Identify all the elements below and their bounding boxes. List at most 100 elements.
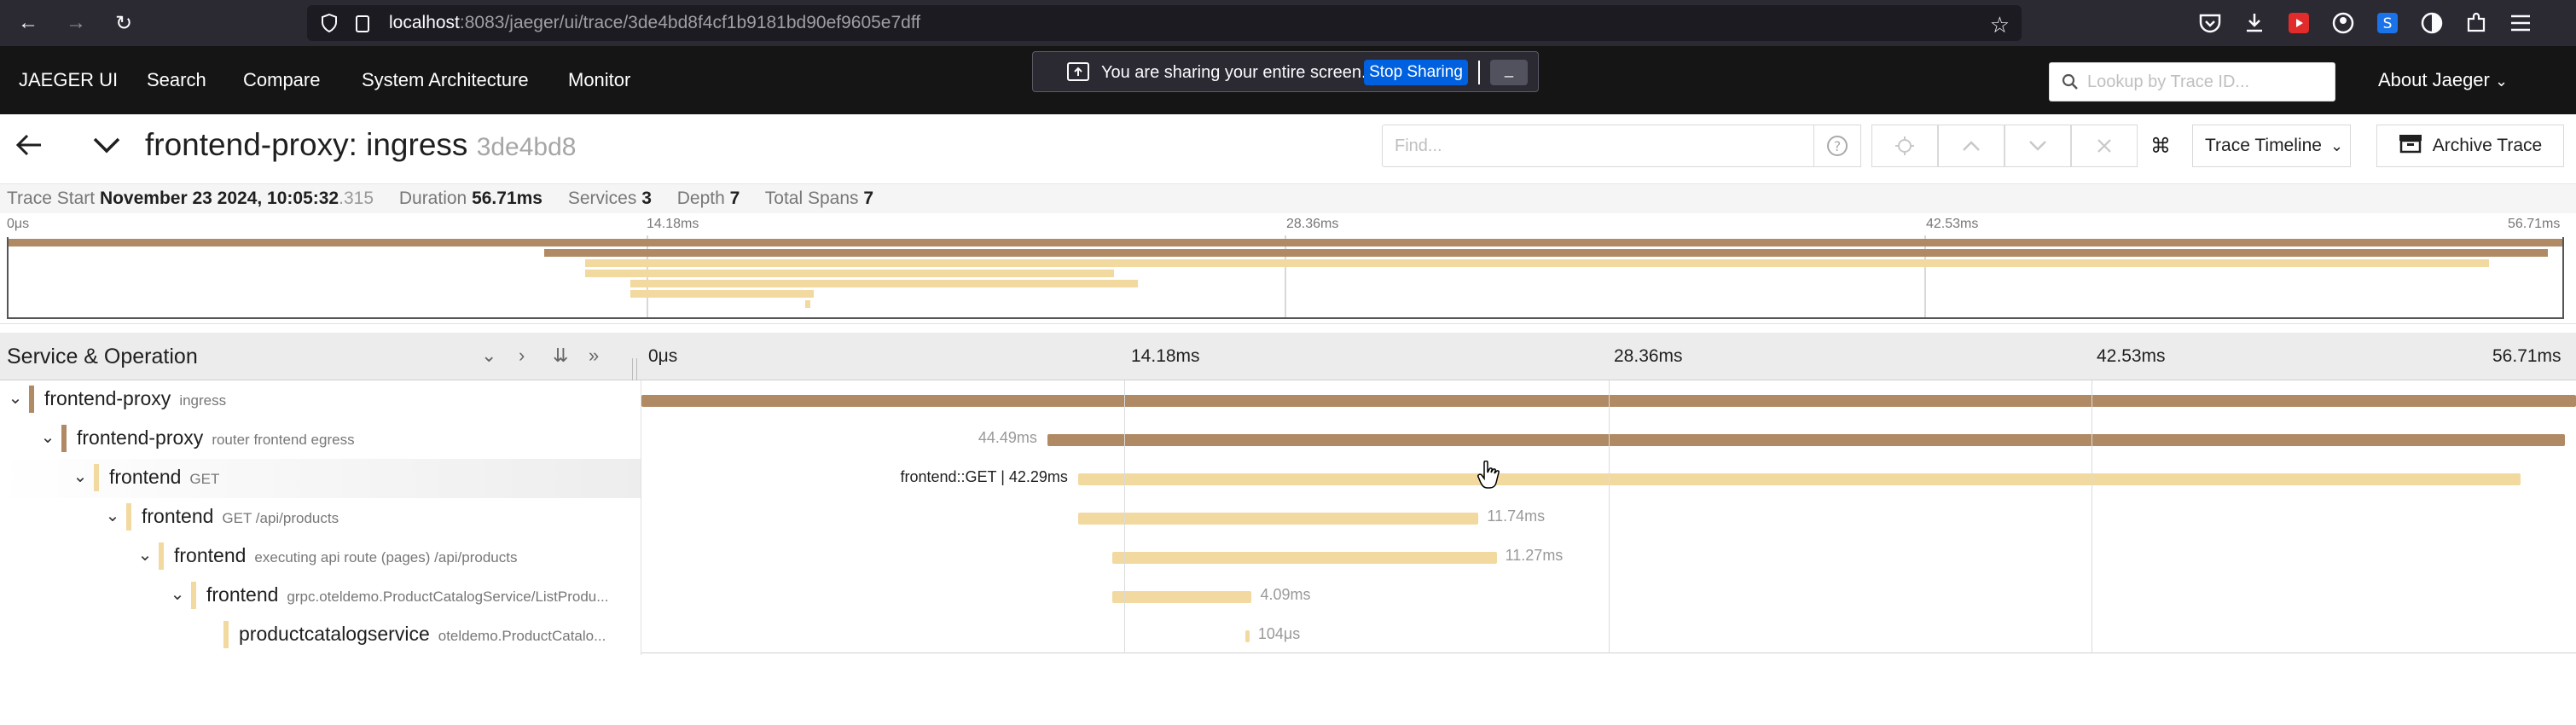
nav-compare[interactable]: Compare: [243, 46, 320, 114]
span-label-cell[interactable]: ⌄ frontend GET /api/products: [0, 498, 641, 537]
span-bar[interactable]: [1077, 513, 1479, 525]
service-color-marker: [223, 621, 229, 648]
reload-icon[interactable]: ↻: [109, 9, 138, 38]
stop-sharing-button[interactable]: Stop Sharing: [1364, 60, 1468, 85]
span-service-name: frontend GET: [109, 466, 219, 489]
trace-title: frontend-proxy: ingress 3de4bd8: [145, 127, 576, 163]
operation-name: grpc.oteldemo.ProductCatalogService/List…: [287, 589, 609, 605]
span-label-cell[interactable]: ⌄ frontend GET: [0, 459, 641, 498]
timeline-tick: 28.36ms: [1614, 346, 1683, 366]
forward-icon[interactable]: →: [61, 9, 90, 38]
span-label-cell[interactable]: ⌄ frontend grpc.oteldemo.ProductCatalogSer…: [0, 577, 641, 616]
minimize-sharing-button[interactable]: _: [1490, 60, 1528, 85]
span-rows: ⌄ frontend-proxy ingress ⌄ frontend-proxy rou…: [0, 380, 2576, 655]
shield-icon[interactable]: [321, 13, 338, 33]
service-operation-header: Service & Operation: [7, 345, 198, 368]
span-duration-label: 104μs: [1257, 625, 1301, 642]
collapse-all-icon[interactable]: ⇊: [553, 345, 568, 367]
expand-chevron-icon[interactable]: ⌄: [169, 583, 186, 605]
minimap-span-bar: [544, 249, 2549, 257]
download-icon[interactable]: [2242, 10, 2267, 36]
browser-toolbar: ← → ↻ localhost:8083/jaeger/ui/trace/3de…: [0, 0, 2576, 46]
span-row[interactable]: ⌄ frontend-proxy router frontend egress 44.…: [0, 420, 2576, 459]
expand-all-icon[interactable]: »: [589, 345, 599, 367]
account-icon[interactable]: [2330, 10, 2356, 36]
extensions-puzzle-icon[interactable]: [2463, 10, 2489, 36]
span-row[interactable]: ⌄ frontend GET frontend::GET | 42.29ms: [0, 459, 2576, 498]
span-row[interactable]: ⌄ frontend-proxy ingress: [0, 380, 2576, 420]
view-selector[interactable]: Trace Timeline ⌄: [2192, 125, 2351, 167]
expand-chevron-icon[interactable]: ⌄: [72, 466, 89, 487]
find-input[interactable]: [1395, 125, 1787, 166]
pocket-icon[interactable]: [2197, 10, 2223, 36]
span-bar[interactable]: [1077, 473, 2521, 485]
span-bar[interactable]: [1047, 434, 2566, 446]
trace-id-lookup[interactable]: [2049, 62, 2335, 102]
span-duration-label: 4.09ms: [1260, 586, 1311, 603]
trace-minimap[interactable]: 0μs 14.18ms 28.36ms 42.53ms 56.71ms: [0, 213, 2576, 324]
span-bar[interactable]: [1111, 552, 1497, 564]
help-icon[interactable]: ?: [1813, 125, 1861, 167]
bookmark-star-icon[interactable]: ☆: [1990, 12, 2010, 38]
address-bar[interactable]: localhost:8083/jaeger/ui/trace/3de4bd8f4…: [307, 5, 2022, 41]
nav-system-architecture[interactable]: System Architecture: [362, 46, 529, 114]
prev-match-icon[interactable]: [1938, 125, 2005, 167]
minimap-span-bar: [629, 280, 1138, 287]
trace-id-input[interactable]: [2087, 63, 2326, 101]
span-row[interactable]: ⌄ frontend grpc.oteldemo.ProductCatalogSer…: [0, 577, 2576, 616]
span-duration-label: 11.74ms: [1487, 508, 1546, 525]
depth-label: Depth: [676, 188, 725, 208]
locate-icon[interactable]: [1871, 125, 1938, 167]
collapse-chevron-icon[interactable]: [92, 136, 121, 158]
chevron-down-icon: ⌄: [2329, 136, 2344, 154]
s-extension-icon[interactable]: S: [2375, 10, 2400, 36]
sharing-message: You are sharing your entire screen.: [1101, 63, 1366, 82]
next-match-icon[interactable]: [2005, 125, 2071, 167]
service-color-marker: [126, 503, 131, 531]
youtube-extension-icon[interactable]: [2286, 10, 2312, 36]
service-color-marker: [29, 386, 34, 413]
expand-chevron-icon[interactable]: ⌄: [136, 544, 154, 566]
expand-chevron-icon[interactable]: ⌄: [7, 387, 24, 409]
minimap-tick: 0μs: [7, 217, 30, 231]
operation-name: GET /api/products: [222, 510, 339, 526]
collapse-one-icon[interactable]: ⌄: [481, 345, 496, 367]
span-row[interactable]: ⌄ frontend GET /api/products 11.74ms: [0, 498, 2576, 537]
span-label-cell[interactable]: ⌄ frontend-proxy ingress: [0, 380, 641, 420]
nav-monitor[interactable]: Monitor: [568, 46, 630, 114]
menu-hamburger-icon[interactable]: [2508, 10, 2533, 36]
service-color-marker: [191, 582, 196, 609]
brand-logo[interactable]: JAEGER UI: [19, 46, 118, 114]
page-info-icon[interactable]: [355, 15, 370, 32]
span-bar[interactable]: [1244, 630, 1250, 642]
span-bar[interactable]: [1111, 591, 1252, 603]
back-arrow-icon[interactable]: [15, 133, 43, 161]
column-resize-handle[interactable]: [632, 358, 637, 380]
clear-search-icon[interactable]: [2071, 125, 2138, 167]
span-row[interactable]: productcatalogservice oteldemo.ProductCat…: [0, 616, 2576, 655]
back-icon[interactable]: ←: [14, 9, 43, 38]
expand-one-icon[interactable]: ›: [519, 345, 525, 367]
expand-chevron-icon[interactable]: ⌄: [104, 505, 121, 526]
operation-name: ingress: [179, 392, 227, 409]
nav-search[interactable]: Search: [147, 46, 206, 114]
service-color-marker: [159, 542, 164, 570]
url-host: localhost: [389, 13, 460, 32]
operation-name: executing api route (pages) /api/product…: [254, 549, 518, 566]
about-jaeger-menu[interactable]: About Jaeger ⌄: [2378, 46, 2508, 114]
keyboard-shortcuts-icon[interactable]: ⌘: [2148, 125, 2173, 167]
minimap-span-bar: [9, 239, 2562, 246]
find-box[interactable]: [1382, 125, 1815, 167]
expand-chevron-icon[interactable]: ⌄: [39, 426, 56, 448]
minimap-tick: 42.53ms: [1926, 217, 1979, 231]
svg-text:?: ?: [1834, 138, 1842, 154]
archive-trace-button[interactable]: Archive Trace: [2376, 125, 2564, 167]
depth-value: 7: [729, 188, 740, 208]
dark-mode-icon[interactable]: [2419, 10, 2445, 36]
span-label-cell[interactable]: productcatalogservice oteldemo.ProductCat…: [0, 616, 641, 655]
span-row[interactable]: ⌄ frontend executing api route (pages) /ap…: [0, 537, 2576, 577]
trace-id-short: 3de4bd8: [476, 133, 577, 161]
span-duration-label: frontend::GET | 42.29ms: [900, 468, 1068, 485]
span-label-cell[interactable]: ⌄ frontend executing api route (pages) /ap…: [0, 537, 641, 577]
span-label-cell[interactable]: ⌄ frontend-proxy router frontend egress: [0, 420, 641, 459]
